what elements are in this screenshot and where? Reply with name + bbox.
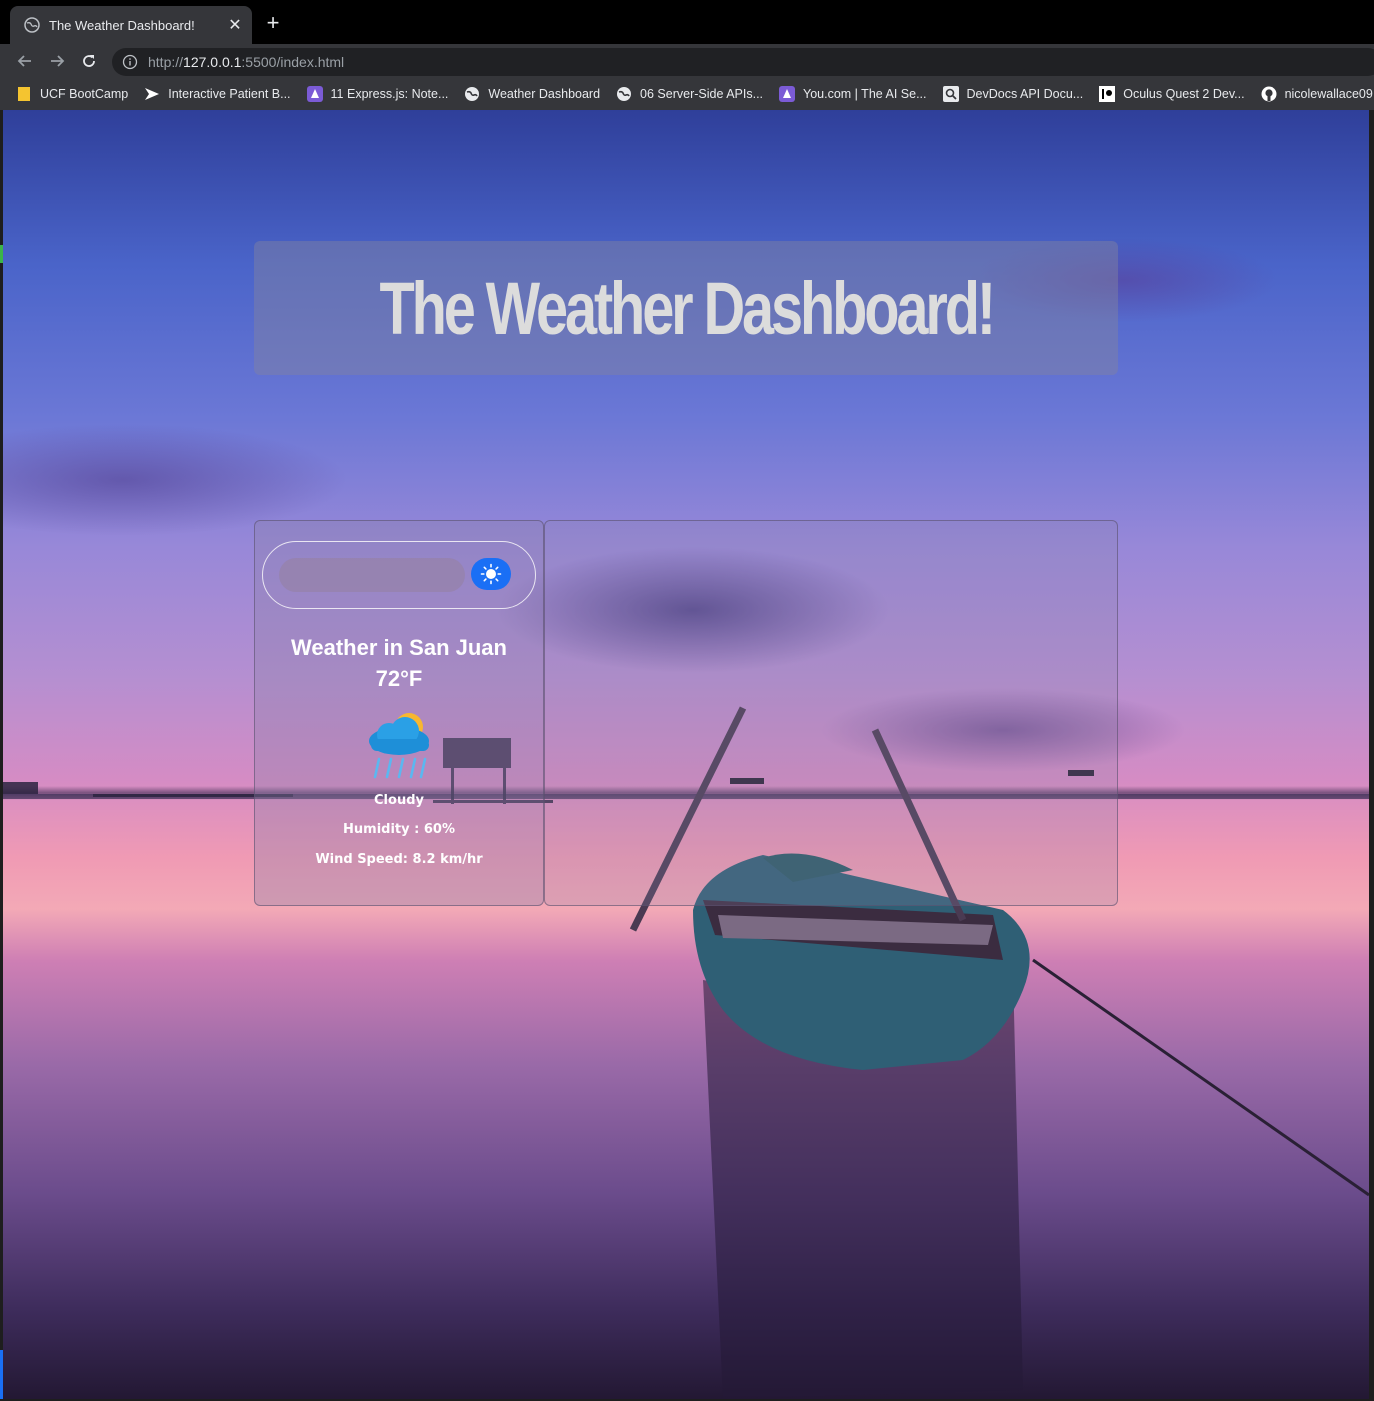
bookmark-item[interactable]: You.com | The AI Se... xyxy=(779,86,927,102)
browser-tab[interactable]: The Weather Dashboard! ✕ xyxy=(10,6,252,44)
scrollbar[interactable] xyxy=(1369,110,1374,1399)
weather-humidity: Humidity : 60% xyxy=(343,822,455,837)
city-search-input[interactable] xyxy=(279,558,465,592)
bookmark-label: nicolewallace09 (Ni... xyxy=(1284,87,1374,101)
bookmark-item[interactable]: Oculus Quest 2 Dev... xyxy=(1099,86,1245,102)
url-prefix: http:// xyxy=(148,54,184,70)
close-tab-icon[interactable]: ✕ xyxy=(224,14,246,36)
search-container xyxy=(262,541,536,609)
bookmark-item[interactable]: UCF BootCamp xyxy=(16,86,128,102)
bookmark-label: DevDocs API Docu... xyxy=(966,87,1084,101)
globe-icon xyxy=(616,86,632,102)
weather-city: Weather in San Juan xyxy=(291,635,507,660)
arrow-logo-icon xyxy=(144,86,160,102)
bookmark-label: 11 Express.js: Note... xyxy=(330,87,449,101)
globe-icon xyxy=(464,86,480,102)
browser-toolbar: http://127.0.0.1:5500/index.html xyxy=(0,44,1374,78)
bookmark-item[interactable]: nicolewallace09 (Ni... xyxy=(1261,86,1374,102)
url-host: 127.0.0.1 xyxy=(183,54,242,70)
bookmarks-bar: UCF BootCamp Interactive Patient B... 11… xyxy=(0,78,1374,110)
title-banner: The Weather Dashboard! xyxy=(254,241,1118,375)
url-text: http://127.0.0.1:5500/index.html xyxy=(148,54,344,70)
bookmark-item[interactable]: 11 Express.js: Note... xyxy=(306,86,449,102)
weather-wind-speed: Wind Speed: 8.2 km/hr xyxy=(315,852,483,867)
devdocs-logo-icon xyxy=(942,86,959,102)
youcom-logo-icon xyxy=(779,86,796,102)
bookmark-label: You.com | The AI Se... xyxy=(803,87,927,101)
folder-icon xyxy=(16,86,32,102)
bookmark-item[interactable]: Weather Dashboard xyxy=(464,86,600,102)
weather-description: Cloudy xyxy=(374,793,424,808)
page-viewport: The Weather Dashboard! Weather in San Ju… xyxy=(3,110,1369,1399)
site-info-icon[interactable] xyxy=(122,54,138,70)
bookmark-label: Weather Dashboard xyxy=(488,87,601,101)
patreon-logo-icon xyxy=(1099,86,1116,102)
new-tab-icon[interactable]: + xyxy=(262,12,284,34)
github-icon xyxy=(1261,86,1277,102)
bookmark-label: Interactive Patient B... xyxy=(168,87,291,101)
back-icon[interactable] xyxy=(14,50,36,72)
tab-title: The Weather Dashboard! xyxy=(49,17,195,33)
rain-cloud-sun-icon xyxy=(365,709,433,781)
reload-icon[interactable] xyxy=(78,50,100,72)
search-button[interactable] xyxy=(471,558,511,590)
current-weather-card: Weather in San Juan 72°F Cloudy Humidity… xyxy=(254,520,544,906)
forward-icon[interactable] xyxy=(46,50,68,72)
page-title: The Weather Dashboard! xyxy=(379,266,996,350)
address-bar[interactable]: http://127.0.0.1:5500/index.html xyxy=(112,48,1374,76)
forecast-panel xyxy=(544,520,1118,906)
bookmark-label: UCF BootCamp xyxy=(40,87,129,101)
browser-tab-strip: The Weather Dashboard! ✕ + xyxy=(0,0,1374,44)
bookmark-item[interactable]: Interactive Patient B... xyxy=(144,86,291,102)
url-path: :5500/index.html xyxy=(241,54,345,70)
weather-temperature: 72°F xyxy=(375,666,423,691)
sun-icon xyxy=(480,563,502,585)
bookmark-item[interactable]: DevDocs API Docu... xyxy=(942,86,1084,102)
canvas-logo-icon xyxy=(306,86,323,102)
globe-icon xyxy=(24,17,40,33)
bookmark-label: Oculus Quest 2 Dev... xyxy=(1123,87,1245,101)
bookmark-item[interactable]: 06 Server-Side APIs... xyxy=(616,86,763,102)
bookmark-label: 06 Server-Side APIs... xyxy=(640,87,764,101)
